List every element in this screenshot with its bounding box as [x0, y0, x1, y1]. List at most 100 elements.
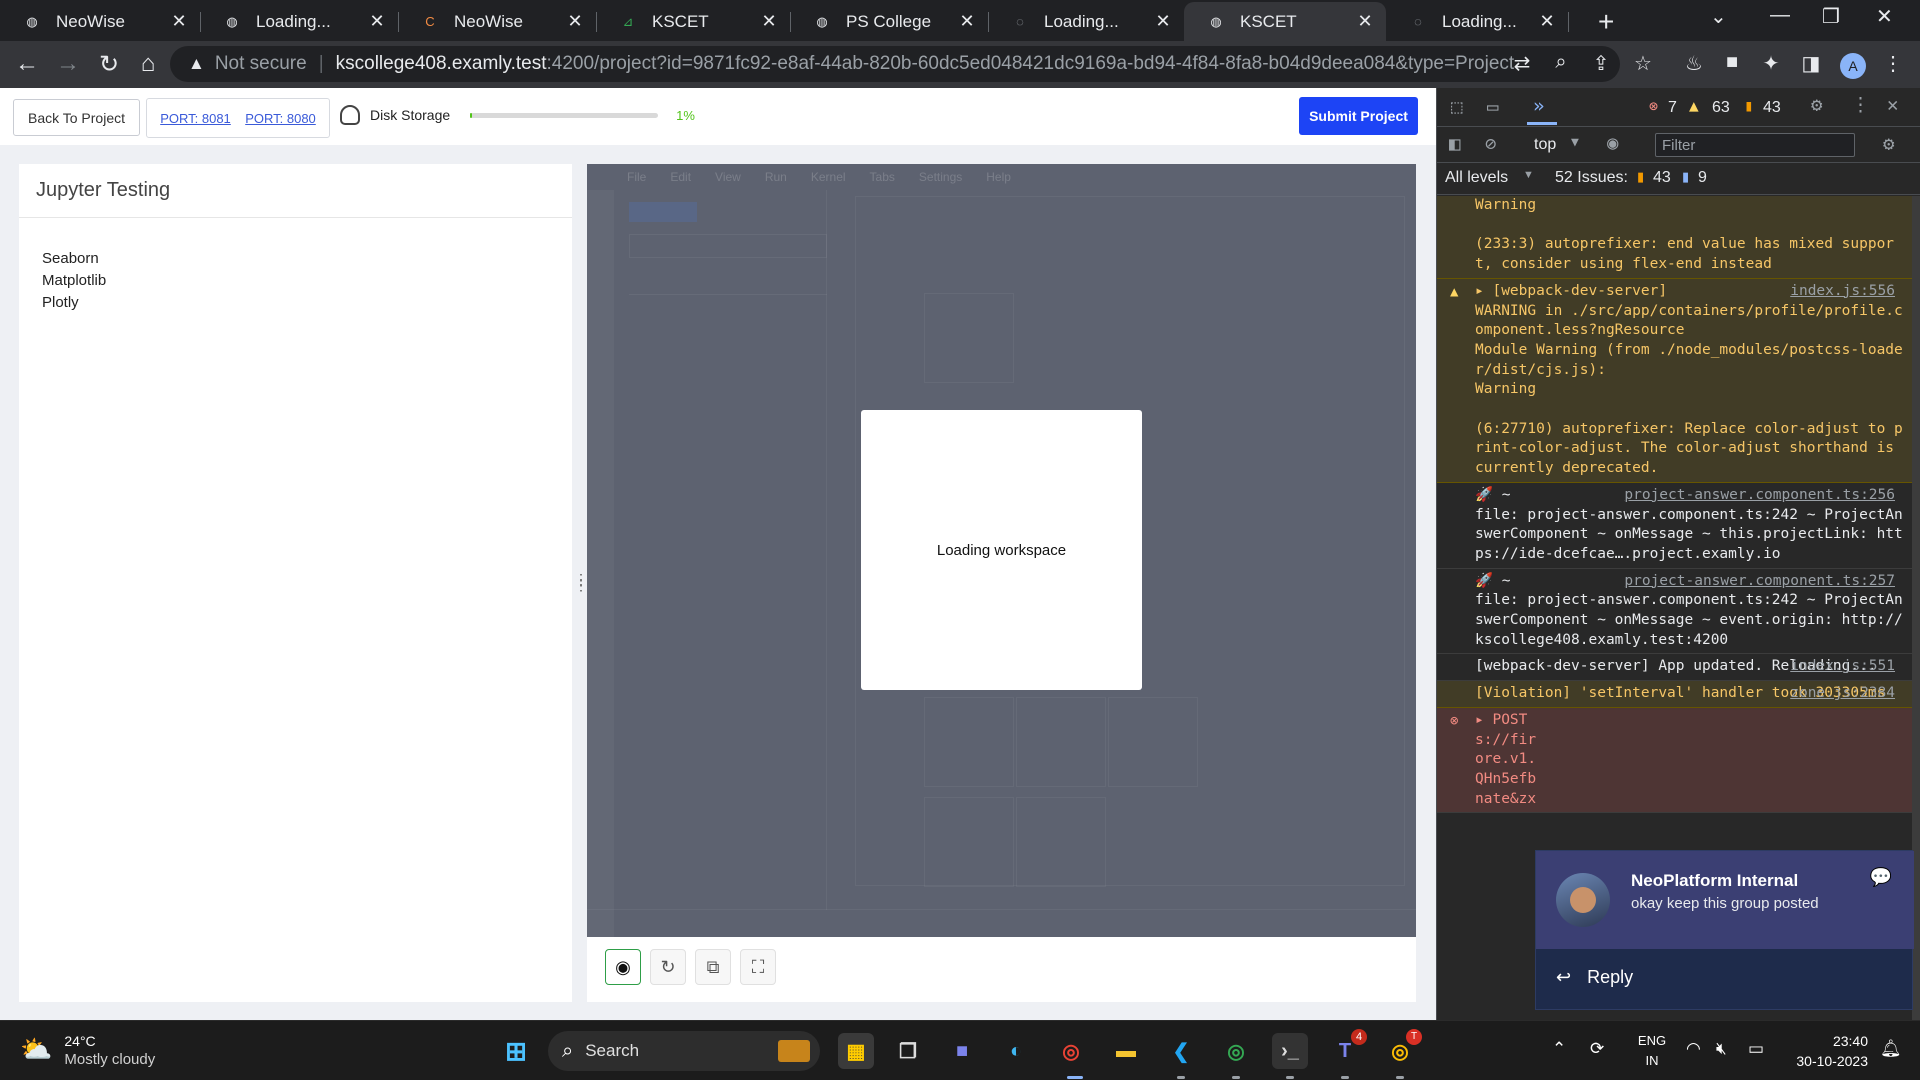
profile-avatar[interactable]: A	[1840, 53, 1866, 79]
devtools-menu-icon[interactable]: ⋮	[1851, 94, 1870, 116]
device-toolbar-icon[interactable]: ▭	[1487, 96, 1498, 118]
browser-tab[interactable]: ◍ NeoWise ✕	[0, 2, 201, 41]
console-settings-icon[interactable]: ⚙	[1883, 133, 1894, 155]
battery-icon[interactable]: ▭	[1748, 1039, 1764, 1059]
tray-overflow-icon[interactable]: ⌃	[1552, 1039, 1566, 1059]
chrome-icon[interactable]: ◎	[1053, 1033, 1089, 1069]
pre-app-icon[interactable]: ▦	[838, 1033, 874, 1069]
translate-icon[interactable]: ⇄	[1509, 51, 1535, 76]
console-source-link[interactable]: project-answer.component.ts:256	[1624, 486, 1895, 506]
browser-tab[interactable]: ◍ Loading... ✕	[200, 2, 399, 41]
clear-console-icon[interactable]: ⊘	[1485, 133, 1496, 155]
back-icon[interactable]: ←	[12, 49, 42, 79]
console-entry[interactable]: ▲ index.js:556 ▸ [webpack-dev-server] WARN…	[1437, 278, 1913, 483]
port-8080-link[interactable]: PORT: 8080	[245, 111, 316, 126]
copy-icon[interactable]: ⧉	[695, 949, 731, 985]
teams-notification[interactable]: NeoPlatform Internal okay keep this grou…	[1535, 850, 1914, 1010]
close-tab-icon[interactable]: ✕	[758, 11, 780, 32]
close-tab-icon[interactable]: ✕	[1152, 11, 1174, 32]
home-icon[interactable]: ⌂	[133, 49, 163, 79]
windows-start-icon[interactable]: ⊞	[498, 1033, 534, 1069]
jupyter-iframe[interactable]: File Edit View Run Kernel Tabs Settings Help Lo…	[587, 164, 1416, 937]
context-selector[interactable]: top	[1534, 136, 1556, 154]
live-expression-eye-icon[interactable]: ◉	[1607, 132, 1618, 154]
close-tab-icon[interactable]: ✕	[956, 11, 978, 32]
reload-icon[interactable]: ↻	[94, 49, 124, 79]
more-menu-icon[interactable]: ⋮	[1880, 51, 1906, 76]
console-source-link[interactable]: index.js:556	[1790, 282, 1895, 302]
close-tab-icon[interactable]: ✕	[1536, 11, 1558, 32]
browser-tab[interactable]: ◍ KSCET ✕	[1184, 2, 1386, 41]
browser-tab[interactable]: ◌ Loading... ✕	[1386, 2, 1569, 41]
chrome-profile-icon[interactable]: ◎	[1218, 1033, 1254, 1069]
forward-icon[interactable]: →	[53, 49, 83, 79]
error-count[interactable]: 7	[1668, 99, 1677, 117]
tab-search-icon[interactable]: ⌄	[1710, 4, 1727, 29]
issues-info-count[interactable]: 9	[1698, 169, 1707, 187]
side-panel-icon[interactable]: ◨	[1798, 51, 1824, 76]
zoom-icon[interactable]: ⌕	[1548, 51, 1574, 74]
browser-tab[interactable]: ⊿ KSCET ✕	[596, 2, 791, 41]
volume-muted-icon[interactable]: 🔇︎	[1716, 1039, 1727, 1059]
reply-button[interactable]: ↩ Reply	[1556, 967, 1633, 988]
refresh-icon[interactable]: ↻	[650, 949, 686, 985]
chat-icon[interactable]: 💬	[1870, 867, 1892, 888]
browser-tab[interactable]: ◌ Loading... ✕	[988, 2, 1185, 41]
browser-tab[interactable]: ◍ PS College ✕	[790, 2, 989, 41]
taskbar-search[interactable]: ⌕ Search	[548, 1031, 820, 1071]
file-explorer-icon[interactable]: ▬	[1108, 1033, 1144, 1069]
task-view-icon[interactable]: ❐	[890, 1033, 926, 1069]
warning-count[interactable]: 63	[1712, 99, 1730, 117]
share-icon[interactable]: ⇪	[1588, 51, 1614, 76]
close-window-icon[interactable]: ✕	[1876, 4, 1893, 29]
edge-icon[interactable]: ◐	[998, 1033, 1034, 1069]
extension-icon-square[interactable]: ■	[1719, 51, 1745, 74]
console-entry[interactable]: zone.js:2384 [Violation] 'setInterval' ha…	[1437, 681, 1913, 708]
console-source-link[interactable]: index.js:551	[1790, 657, 1895, 677]
levels-dropdown-icon[interactable]: ▼	[1523, 169, 1534, 181]
console-entry[interactable]: project-answer.component.ts:257 🚀 ~ file:…	[1437, 569, 1913, 655]
inspect-element-icon[interactable]: ⬚	[1451, 96, 1462, 118]
port-8081-link[interactable]: PORT: 8081	[160, 111, 231, 126]
restore-icon[interactable]: ❐	[1822, 4, 1840, 29]
more-tabs-icon[interactable]: »	[1533, 95, 1544, 117]
console-entry[interactable]: ⊗ ▸ POST s://fir ore.v1. QHn5efb nate&zx	[1437, 707, 1913, 814]
vscode-icon[interactable]: ❮	[1163, 1033, 1199, 1069]
meet-now-icon[interactable]: ■	[944, 1033, 980, 1069]
close-tab-icon[interactable]: ✕	[1354, 11, 1376, 32]
settings-gear-icon[interactable]: ⚙	[1811, 94, 1822, 116]
console-filter-input[interactable]: Filter	[1655, 133, 1855, 157]
log-levels-dropdown[interactable]: All levels	[1445, 169, 1508, 187]
language-indicator[interactable]: ENG IN	[1636, 1031, 1668, 1071]
devtools-close-icon[interactable]: ✕	[1887, 94, 1898, 116]
wifi-icon[interactable]: ◠	[1686, 1039, 1701, 1059]
console-entry[interactable]: project-answer.component.ts:256 🚀 ~ file:…	[1437, 483, 1913, 569]
extension-bottle-icon[interactable]: ♨	[1681, 51, 1707, 76]
console-source-link[interactable]: project-answer.component.ts:257	[1624, 572, 1895, 592]
close-tab-icon[interactable]: ✕	[564, 11, 586, 32]
fullscreen-icon[interactable]: ⛶	[740, 949, 776, 985]
sidebar-toggle-icon[interactable]: ◧	[1449, 133, 1460, 155]
extensions-puzzle-icon[interactable]: ✦	[1758, 51, 1784, 76]
new-tab-button[interactable]: +	[1598, 6, 1614, 38]
context-dropdown-icon[interactable]: ▼	[1571, 135, 1579, 150]
console-entry[interactable]: Warning (233:3) autoprefixer: end value …	[1437, 196, 1913, 279]
browser-tab[interactable]: C NeoWise ✕	[398, 2, 597, 41]
minimize-icon[interactable]: —	[1770, 4, 1790, 27]
bookmark-star-icon[interactable]: ☆	[1630, 51, 1656, 76]
notification-bell-icon[interactable]: 🔔︎	[1880, 1039, 1902, 1059]
close-tab-icon[interactable]: ✕	[366, 11, 388, 32]
splitter-handle[interactable]: ⋮ ⋮	[574, 572, 588, 592]
github-icon[interactable]: ◉	[605, 949, 641, 985]
issue-count[interactable]: 43	[1763, 99, 1781, 117]
console-entry[interactable]: index.js:551 [webpack-dev-server] App upd…	[1437, 654, 1913, 682]
issues-warning-count[interactable]: 43	[1653, 169, 1671, 187]
clock[interactable]: 23:40 30-10-2023	[1790, 1031, 1868, 1071]
sync-icon[interactable]: ⟳	[1590, 1039, 1604, 1059]
address-bar[interactable]: ▲ Not secure | kscollege408.examly.test …	[170, 46, 1620, 82]
console-source-link[interactable]: zone.js:2384	[1790, 684, 1895, 704]
back-to-project-button[interactable]: Back To Project	[13, 99, 140, 136]
terminal-icon[interactable]: ›_	[1272, 1033, 1308, 1069]
weather-widget[interactable]: ⛅ 24°C Mostly cloudy	[20, 1031, 155, 1068]
submit-project-button[interactable]: Submit Project	[1299, 97, 1418, 135]
